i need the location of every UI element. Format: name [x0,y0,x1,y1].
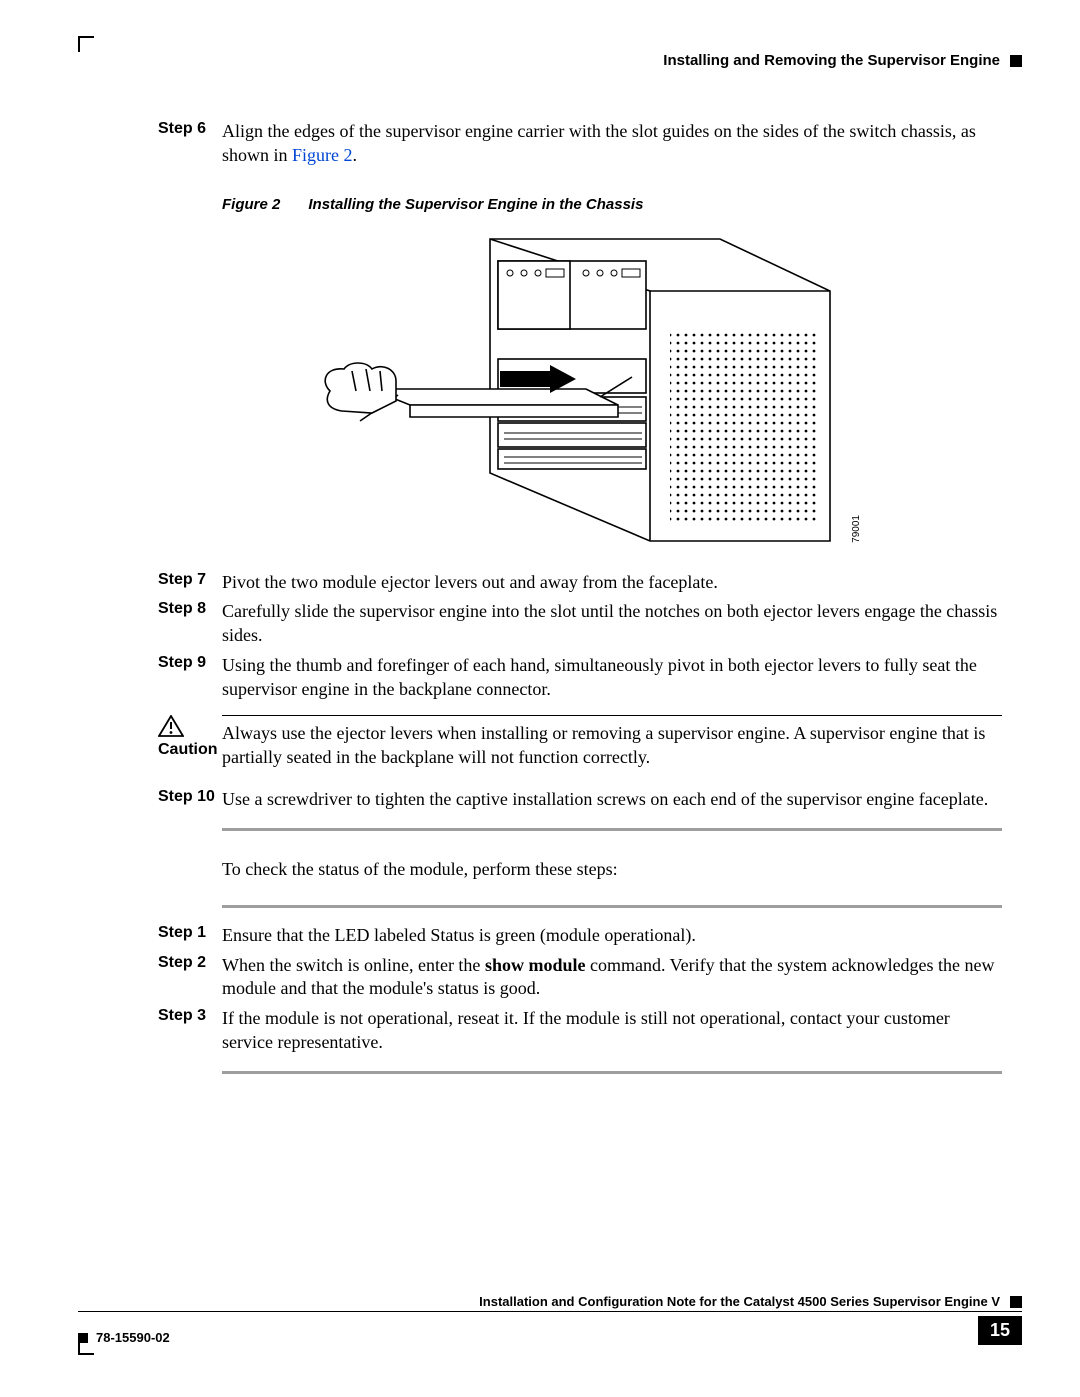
header-section-title: Installing and Removing the Supervisor E… [663,52,1000,69]
figure-number: Figure 2 [222,196,280,213]
step-row: Step 3 If the module is not operational,… [158,1007,1002,1055]
step-row: Step 6 Align the edges of the supervisor… [158,120,1002,168]
step-row: Step 10 Use a screwdriver to tighten the… [158,788,1002,812]
step-label: Step 2 [158,954,222,1002]
page-header: Installing and Removing the Supervisor E… [663,52,1022,69]
intro-paragraph: To check the status of the module, perfo… [222,857,1002,881]
section-rule [222,828,1002,831]
step-body: Pivot the two module ejector levers out … [222,571,1002,595]
page-number: 15 [978,1316,1022,1345]
figure-caption: Figure 2 Installing the Supervisor Engine… [222,196,1002,213]
step-label: Step 9 [158,654,222,702]
step-row: Step 1 Ensure that the LED labeled Statu… [158,924,1002,948]
step-body: Carefully slide the supervisor engine in… [222,600,1002,648]
crop-mark-top-left [78,36,94,52]
caution-label: Caution [158,741,218,759]
footer-doc-number: 78-15590-02 [96,1330,170,1345]
step-row: Step 7 Pivot the two module ejector leve… [158,571,1002,595]
step-body: Ensure that the LED labeled Status is gr… [222,924,1002,948]
command-name: show module [485,955,586,975]
step-row: Step 8 Carefully slide the supervisor en… [158,600,1002,648]
footer-doc-title: Installation and Configuration Note for … [479,1294,1000,1309]
step-body: Use a screwdriver to tighten the captive… [222,788,1002,812]
warning-icon [158,715,184,737]
step-label: Step 1 [158,924,222,948]
figure-title: Installing the Supervisor Engine in the … [308,196,643,213]
footer-marker-icon [78,1333,88,1343]
step-body: If the module is not operational, reseat… [222,1007,1002,1055]
step-row: Step 2 When the switch is online, enter … [158,954,1002,1002]
step-body: Align the edges of the supervisor engine… [222,120,1002,168]
step-body: Using the thumb and forefinger of each h… [222,654,1002,702]
step-row: Step 9 Using the thumb and forefinger of… [158,654,1002,702]
figure-illustration: 79001 [300,221,860,557]
step-label: Step 10 [158,788,222,812]
figure-link[interactable]: Figure 2 [292,145,353,165]
figure-tag-number: 79001 [851,515,862,543]
step-label: Step 7 [158,571,222,595]
section-rule [222,905,1002,908]
caution-block: Caution Always use the ejector levers wh… [158,715,1002,770]
section-rule [222,1071,1002,1074]
caution-text: Always use the ejector levers when insta… [222,723,985,767]
footer-marker-icon [1010,1296,1022,1308]
step-label: Step 3 [158,1007,222,1055]
step-body: When the switch is online, enter the sho… [222,954,1002,1002]
header-marker-icon [1010,55,1022,67]
page-footer: Installation and Configuration Note for … [78,1294,1022,1345]
step-label: Step 6 [158,120,222,168]
step-label: Step 8 [158,600,222,648]
